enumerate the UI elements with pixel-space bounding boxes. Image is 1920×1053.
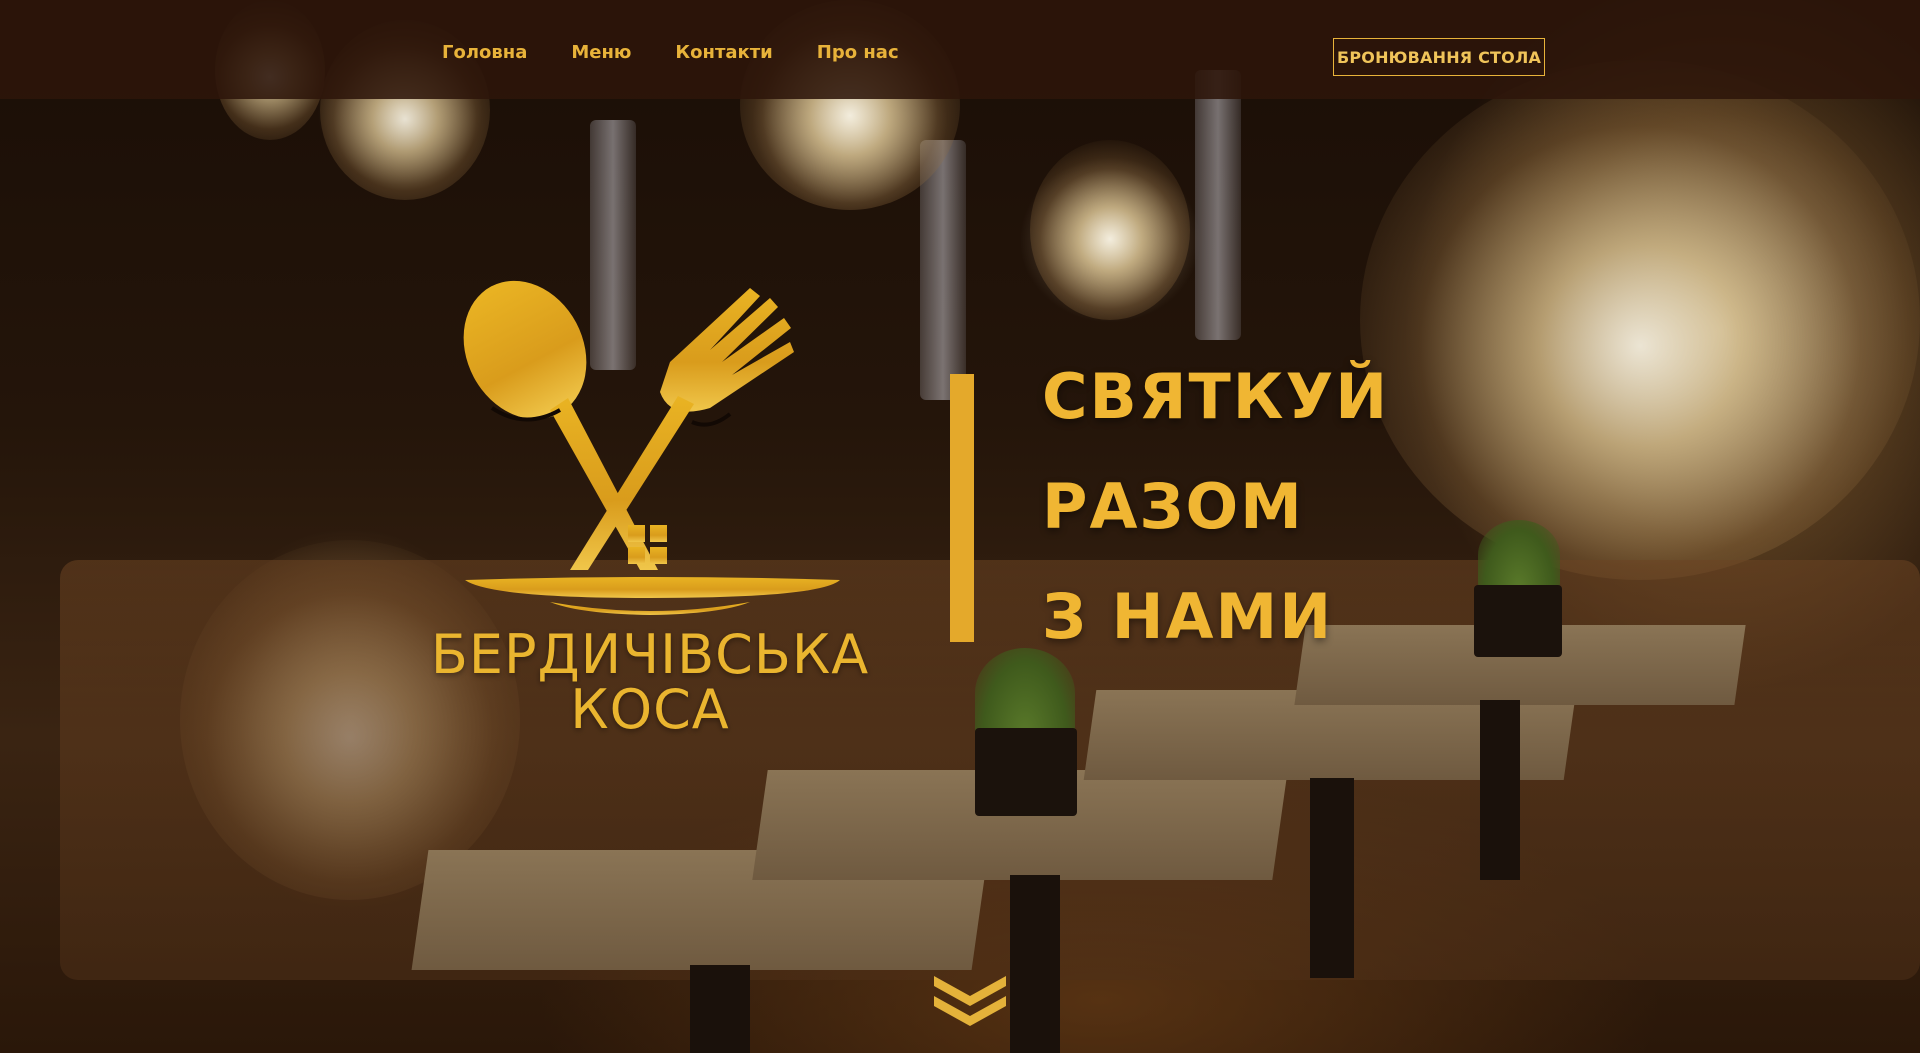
vertical-divider	[950, 374, 974, 642]
nav-item-about[interactable]: Про нас	[817, 42, 899, 63]
nav-item-contacts[interactable]: Контакти	[675, 42, 772, 63]
double-chevron-down-icon	[934, 976, 1006, 1026]
brand-name-line1: БЕРДИЧІВСЬКА	[430, 623, 870, 686]
main-nav: Головна Меню Контакти Про нас	[442, 42, 943, 63]
brand-logo[interactable]: БЕРДИЧІВСЬКА КОСА	[420, 280, 880, 741]
top-navigation-bar: Головна Меню Контакти Про нас БРОНЮВАННЯ…	[0, 0, 1920, 99]
slogan-line-1: СВЯТКУЙ	[1042, 360, 1390, 433]
brand-name-line2: КОСА	[570, 678, 730, 741]
nav-item-menu[interactable]: Меню	[571, 42, 631, 63]
slogan-line-2: РАЗОМ	[1042, 470, 1304, 543]
scroll-down-button[interactable]	[930, 970, 1010, 1026]
book-table-button[interactable]: БРОНЮВАННЯ СТОЛА	[1333, 38, 1545, 76]
slogan-line-3: З НАМИ	[1042, 580, 1334, 653]
spoon-fork-house-icon	[463, 280, 840, 615]
hero-section: Головна Меню Контакти Про нас БРОНЮВАННЯ…	[0, 0, 1920, 1053]
nav-item-home[interactable]: Головна	[442, 42, 527, 63]
